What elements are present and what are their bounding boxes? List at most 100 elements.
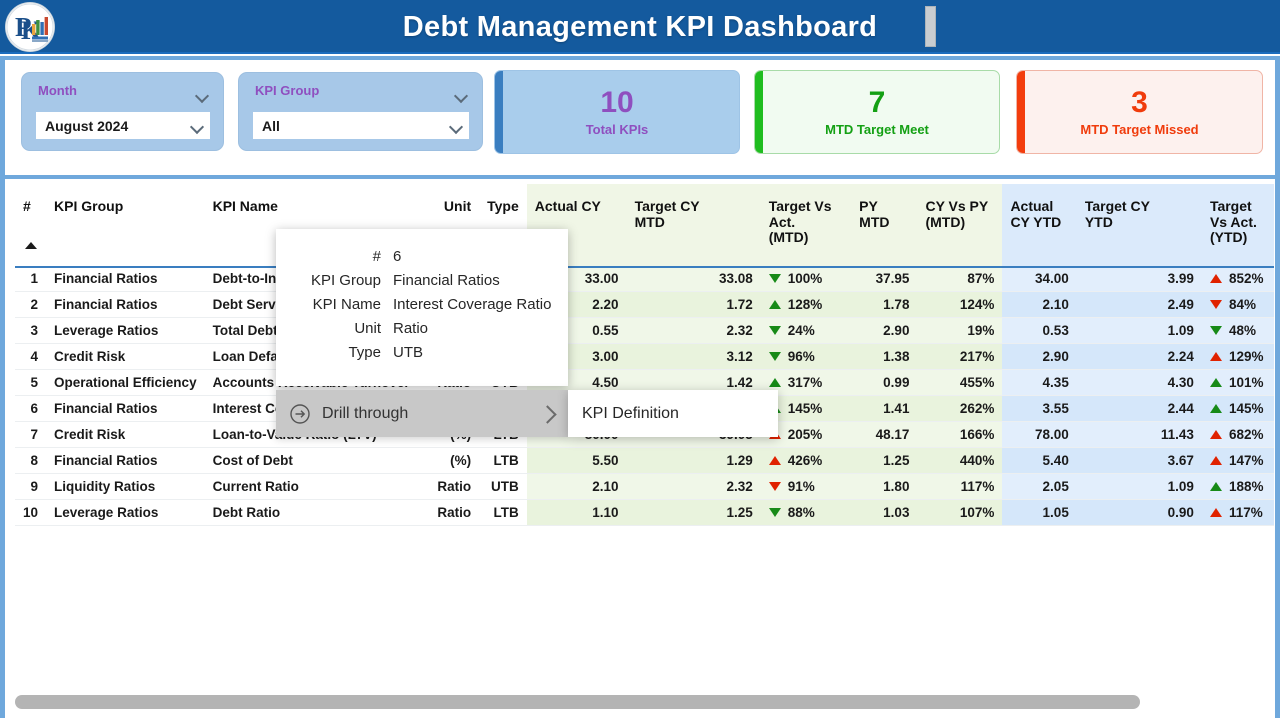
col-header-actual-cy-ytd[interactable]: Actual CY YTD [1002,184,1077,266]
cell-kpi-group: Operational Efficiency [46,369,205,396]
table-row[interactable]: 2Financial RatiosDebt Service Coverage R… [15,291,1274,318]
slicer-kpi-group-collapse-chevron-icon[interactable] [455,86,468,104]
cell-actual-cy-ytd: 4.35 [1002,369,1077,396]
slicer-month-label: Month [38,83,77,98]
kpi-card-value: 10 [600,85,634,119]
cell-target-vs-act-ytd: 84% [1201,291,1274,318]
percent-value: 147% [1228,453,1264,468]
kpi-card-mtd-target-missed[interactable]: 3 MTD Target Missed [1016,70,1263,154]
col-header-target-vs-act-ytd[interactable]: Target Vs Act. (YTD) [1201,184,1274,266]
slicer-kpi-group-dropdown[interactable]: All [253,112,469,139]
cell-py-mtd: 2.90 [851,317,918,344]
cell-py-mtd: 1.80 [851,473,918,500]
triangle-down-icon [768,482,781,491]
col-header-cy-vs-py-mtd[interactable]: CY Vs PY (MTD) [917,184,1003,266]
cell-target-cy-mtd: 1.29 [626,447,761,474]
table-row[interactable]: 9 Liquidity Ratios Current Ratio Ratio UTB 2.… [15,473,1274,500]
triangle-up-icon [1209,430,1222,439]
cell-type: LTB [479,447,527,474]
table-row[interactable]: 3Leverage RatiosTotal Debt to Equity Rat… [15,317,1274,344]
cell-target-cy-mtd: 2.32 [626,473,761,500]
kpi-card-accent-bar [1017,71,1025,153]
cell-target-vs-act-ytd: 48% [1201,317,1274,344]
sort-ascending-icon[interactable] [25,242,37,249]
horizontal-scrollbar-thumb[interactable] [15,695,1140,709]
cell-kpi-group: Financial Ratios [46,447,205,474]
slicer-kpi-group-label: KPI Group [255,83,320,98]
cell-num: 4 [15,343,47,370]
cell-py-mtd: 1.25 [851,447,918,474]
cell-num: 7 [15,421,47,448]
cell-num: 10 [15,499,47,526]
cell-target-cy-mtd: 1.72 [626,291,761,318]
col-header-target-cy-ytd[interactable]: Target CY YTD [1076,184,1202,266]
cell-kpi-name: Current Ratio [204,473,430,500]
slicer-month-collapse-chevron-icon[interactable] [196,86,209,104]
slicer-kpi-group-value: All [262,117,280,134]
col-header-py-mtd[interactable]: PY MTD [851,184,918,266]
cell-target-cy-ytd: 1.09 [1076,473,1202,500]
cell-unit: Ratio [429,473,480,500]
slicer-kpi-group[interactable]: KPI Group All [238,72,483,151]
cell-target-cy-ytd: 3.67 [1076,447,1202,474]
triangle-down-icon [1209,300,1222,309]
table-row[interactable]: 8 Financial Ratios Cost of Debt (%) LTB 5.50 1… [15,447,1274,474]
cell-kpi-group: Financial Ratios [46,291,205,318]
percent-value: 88% [787,505,815,520]
cell-actual-cy: 2.10 [526,473,627,500]
cell-actual-cy-ytd: 0.53 [1002,317,1077,344]
cell-num: 2 [15,291,47,318]
horizontal-scrollbar[interactable] [15,695,1267,709]
percent-value: 852% [1228,271,1264,286]
table-row[interactable]: 1Financial RatiosDebt-to-Income Ratio(%)… [15,266,1274,292]
kpi-card-mtd-target-meet[interactable]: 7 MTD Target Meet [754,70,1000,154]
cell-actual-cy-ytd: 2.05 [1002,473,1077,500]
col-header-num[interactable]: # [15,184,46,266]
kpi-card-accent-bar [755,71,763,153]
triangle-up-icon [1209,378,1222,387]
percent-value: 24% [787,323,815,338]
cell-py-mtd: 37.95 [851,266,918,292]
tooltip-row: KPI Name Interest Coverage Ratio [288,293,552,317]
slicer-month-dropdown[interactable]: August 2024 [36,112,210,139]
kpi-card-total-kpis[interactable]: 10 Total KPIs [494,70,740,154]
tooltip-row: Unit Ratio [288,317,552,341]
context-submenu-kpi-definition[interactable]: KPI Definition [568,390,778,437]
col-header-target-vs-act-mtd[interactable]: Target Vs Act. (MTD) [760,184,852,266]
kpi-card-label: MTD Target Missed [1080,122,1199,138]
cell-py-mtd: 1.38 [851,343,918,370]
tooltip-value: 6 [393,248,402,265]
tooltip-row: KPI Group Financial Ratios [288,269,552,293]
cell-kpi-group: Credit Risk [46,421,205,448]
cell-target-cy-ytd: 3.99 [1076,266,1202,292]
col-header-kpi-group[interactable]: KPI Group [46,184,205,266]
tooltip-row: #6 [288,245,552,269]
table-row[interactable]: 4Credit RiskLoan Default Rate(%)LTB3.003… [15,343,1274,370]
cell-target-vs-act-mtd: 96% [760,343,852,370]
cell-target-vs-act-ytd: 852% [1201,266,1274,292]
page-title: Debt Management KPI Dashboard [402,10,878,43]
triangle-up-icon [1209,404,1222,413]
cell-actual-cy-ytd: 1.05 [1002,499,1077,526]
slicer-month[interactable]: Month August 2024 [21,72,224,151]
context-submenu-item-label: KPI Definition [582,404,679,422]
percent-value: 96% [787,349,815,364]
triangle-up-icon [1209,274,1222,283]
cell-py-mtd: 0.99 [851,369,918,396]
tooltip-key: KPI Group [310,272,381,289]
cell-target-vs-act-ytd: 117% [1201,499,1274,526]
col-header-target-cy-mtd[interactable]: Target CY MTD [626,184,761,266]
context-menu-drill-through[interactable]: Drill through [276,390,568,437]
cell-cy-vs-py-mtd: 87% [917,266,1003,292]
cell-type: LTB [479,499,527,526]
cell-target-cy-mtd: 2.32 [626,317,761,344]
tooltip-value: Interest Coverage Ratio [393,296,552,313]
cell-actual-cy-ytd: 2.90 [1002,343,1077,370]
percent-value: 128% [787,297,823,312]
kpi-card-value: 3 [1131,85,1148,119]
table-header-row: # KPI Group KPI Name Unit Type Actual CY… [15,184,1274,266]
table-row[interactable]: 10 Leverage Ratios Debt Ratio Ratio LTB 1.10 1… [15,499,1274,526]
triangle-down-icon [768,508,781,517]
cell-kpi-name: Debt Ratio [204,499,430,526]
cell-actual-cy-ytd: 3.55 [1002,395,1077,422]
